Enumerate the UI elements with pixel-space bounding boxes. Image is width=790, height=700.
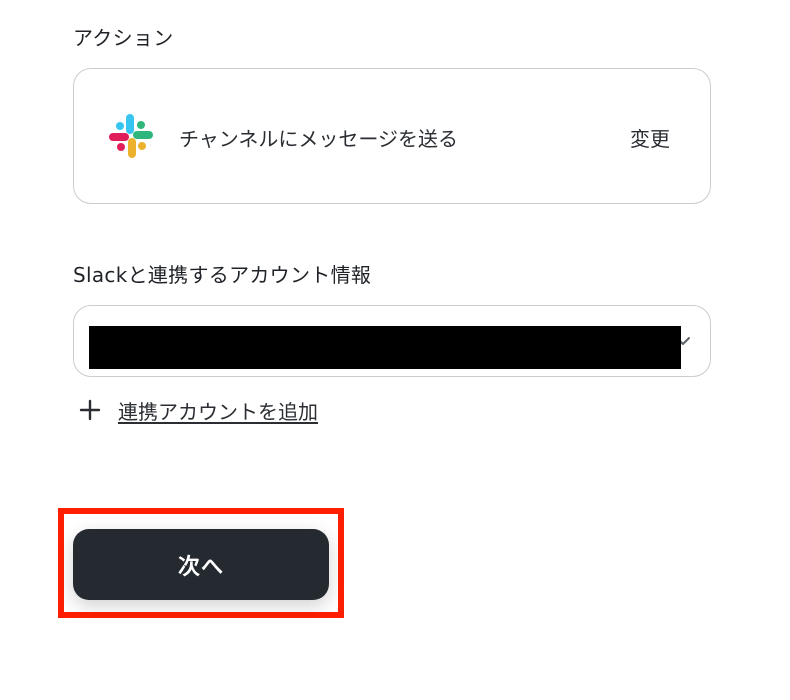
redacted-block — [89, 326, 681, 369]
account-select[interactable] — [73, 305, 711, 377]
add-account-link[interactable]: 連携アカウントを追加 — [78, 396, 318, 424]
account-section-label: Slackと連携するアカウント情報 — [73, 263, 372, 287]
slack-icon — [107, 112, 155, 160]
action-section-label: アクション — [73, 26, 174, 50]
plus-icon — [78, 398, 102, 422]
change-action-link[interactable]: 変更 — [630, 123, 670, 152]
action-name: チャンネルにメッセージを送る — [179, 127, 458, 151]
add-account-label: 連携アカウントを追加 — [118, 399, 318, 424]
next-button[interactable]: 次へ — [73, 529, 329, 600]
action-card: チャンネルにメッセージを送る 変更 — [73, 68, 711, 204]
